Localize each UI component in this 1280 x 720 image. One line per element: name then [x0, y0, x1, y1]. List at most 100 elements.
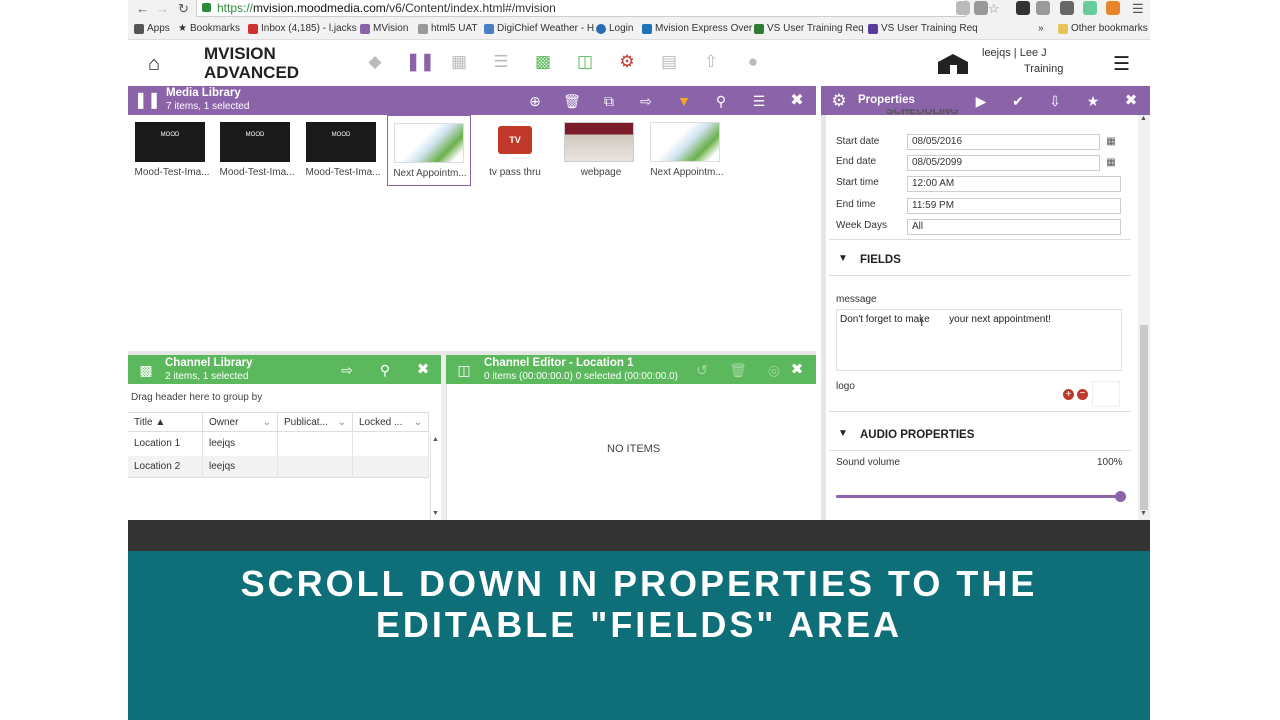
rss-icon[interactable] [1106, 1, 1120, 15]
url-bar[interactable]: https://mvision.moodmedia.com/v6/Content… [196, 0, 966, 17]
bookmarks-bar: Apps ★ Bookmarks Inbox (4,185) - l.jacks … [128, 18, 1150, 40]
bookmark-inbox[interactable]: Inbox (4,185) - l.jacks [248, 23, 357, 34]
media-item[interactable]: MOOD Mood-Test-Ima... [130, 118, 214, 185]
scroll-up-icon[interactable]: ▲ [432, 436, 439, 443]
column-header-title[interactable]: Title ▲ [128, 412, 203, 432]
chrome-menu-icon[interactable]: ☰ [1132, 1, 1144, 17]
archive-icon[interactable]: ▤ [658, 52, 680, 74]
key-icon[interactable] [974, 1, 988, 15]
cell-title: Location 2 [128, 456, 203, 478]
extension-icon[interactable] [1060, 1, 1074, 15]
end-time-field[interactable]: 11:59 PM [907, 198, 1121, 214]
reload-icon[interactable]: ↻ [178, 1, 189, 17]
calendar-icon[interactable]: ▦ [1101, 154, 1121, 172]
bookmark-vs-training-2[interactable]: VS User Training Req [868, 23, 978, 34]
media-item[interactable]: MOOD Mood-Test-Ima... [301, 118, 385, 185]
media-item[interactable]: MOOD Mood-Test-Ima... [215, 118, 299, 185]
shield-icon[interactable] [956, 1, 970, 15]
history-icon[interactable]: ↺ [691, 359, 713, 381]
column-header-owner[interactable]: Owner ⌄ [203, 412, 278, 432]
media-item-selected[interactable]: Next Appointm... [387, 115, 471, 186]
bookmark-apps[interactable]: Apps [134, 23, 170, 34]
column-header-publication[interactable]: Publicat... ⌄ [278, 412, 353, 432]
vertical-scrollbar[interactable]: ▲ ▼ [430, 436, 439, 520]
export-icon[interactable]: ⇨ [635, 90, 657, 112]
folder-icon[interactable]: ▩ [532, 52, 554, 74]
bookmark-mvision[interactable]: MVision [360, 23, 408, 34]
add-logo-icon[interactable]: + [1063, 389, 1074, 400]
list-view-icon[interactable]: ☰ [748, 90, 770, 112]
preview-icon[interactable]: ◎ [763, 359, 785, 381]
location-pin-icon[interactable]: ● [742, 52, 764, 74]
weekdays-field[interactable]: All [907, 219, 1121, 235]
volume-slider-track[interactable] [836, 491, 1126, 502]
caret-down-icon[interactable]: ▼ [838, 428, 848, 439]
star-icon[interactable]: ☆ [988, 1, 1000, 17]
media-item[interactable]: Next Appointm... [645, 118, 729, 185]
list-icon[interactable]: ☰ [490, 52, 512, 74]
extension-icon[interactable] [1036, 1, 1050, 15]
download-icon[interactable]: ⇩ [1044, 90, 1066, 112]
search-icon[interactable]: ⚲ [374, 359, 396, 381]
end-date-field[interactable]: 08/05/2099 [907, 155, 1100, 171]
filter-icon[interactable]: ▼ [673, 90, 695, 112]
logo-preview[interactable] [1092, 381, 1120, 407]
start-date-field[interactable]: 08/05/2016 [907, 134, 1100, 150]
media-item[interactable]: TV tv pass thru [473, 118, 557, 185]
caret-down-icon[interactable]: ▼ [838, 253, 848, 264]
remove-logo-icon[interactable]: − [1077, 389, 1088, 400]
column-header-locked[interactable]: Locked ... ⌄ [353, 412, 429, 432]
close-icon[interactable]: ✖ [412, 359, 434, 381]
close-icon[interactable]: ✖ [1120, 90, 1142, 112]
copy-icon[interactable]: ⧉ [598, 90, 620, 112]
scroll-down-icon[interactable]: ▼ [432, 510, 439, 517]
extension-icon[interactable] [1016, 1, 1030, 15]
calendar-icon[interactable]: ▦ [1101, 133, 1121, 151]
fields-section-header[interactable]: FIELDS [860, 254, 901, 266]
check-icon[interactable]: ✔ [1007, 90, 1029, 112]
table-row[interactable]: Location 1 leejqs [128, 433, 429, 455]
message-textarea[interactable]: Don't forget to make your next appointme… [836, 309, 1122, 371]
bookmark-digichief[interactable]: DigiChief Weather - H [484, 23, 594, 34]
audio-section-header[interactable]: AUDIO PROPERTIES [860, 429, 974, 441]
scroll-up-icon[interactable]: ▲ [1140, 115, 1147, 122]
calendar-icon[interactable]: ▦ [448, 52, 470, 74]
bookmark-bookmarks[interactable]: ★ Bookmarks [178, 23, 240, 34]
other-bookmarks[interactable]: Other bookmarks [1058, 23, 1148, 34]
export-icon[interactable]: ⇨ [336, 359, 358, 381]
form-icon [868, 23, 878, 34]
bookmark-html5-uat[interactable]: html5 UAT [418, 23, 478, 34]
table-row-selected[interactable]: Location 2 leejqs [128, 456, 429, 478]
star-icon[interactable]: ★ [1082, 90, 1104, 112]
scroll-down-icon[interactable]: ▼ [1140, 510, 1147, 517]
forward-icon[interactable]: → [156, 1, 169, 16]
close-icon[interactable]: ✖ [786, 90, 808, 112]
properties-title: Properties [858, 94, 915, 106]
properties-scrollbar[interactable]: ▲ ▼ [1138, 115, 1150, 520]
delete-icon[interactable]: 🗑 [561, 90, 583, 112]
bookmark-overflow[interactable]: » [1038, 23, 1044, 34]
library-icon[interactable]: ❚❚ [406, 52, 435, 74]
delete-icon[interactable]: 🗑 [727, 359, 749, 381]
home-icon[interactable]: ⌂ [148, 53, 160, 76]
channel-library-header: ▩ Channel Library 2 items, 1 selected ⇨ … [128, 355, 441, 384]
back-icon[interactable]: ← [136, 1, 149, 16]
close-icon[interactable]: ✖ [786, 359, 808, 381]
tag-icon[interactable]: ◆ [364, 52, 386, 74]
cell-locked [353, 433, 429, 455]
start-time-field[interactable]: 12:00 AM [907, 176, 1121, 192]
upload-icon[interactable]: ⇧ [700, 52, 722, 74]
add-icon[interactable]: ⊕ [524, 90, 546, 112]
search-icon[interactable]: ⚲ [710, 90, 732, 112]
scrollbar-thumb[interactable] [1140, 325, 1148, 510]
media-item[interactable]: webpage [559, 118, 643, 185]
hamburger-menu-icon[interactable]: ☰ [1113, 53, 1130, 76]
extension-icon[interactable] [1083, 1, 1097, 15]
bookmark-login[interactable]: Login [596, 23, 633, 34]
play-icon[interactable]: ▶ [970, 90, 992, 112]
grid-icon[interactable]: ◫ [574, 52, 596, 74]
bookmark-vs-training-1[interactable]: VS User Training Req [754, 23, 864, 34]
bookmark-mvision-express[interactable]: Mvision Express Over [642, 23, 752, 34]
gear-icon[interactable]: ⚙ [616, 52, 638, 74]
volume-slider-handle[interactable] [1115, 491, 1126, 502]
